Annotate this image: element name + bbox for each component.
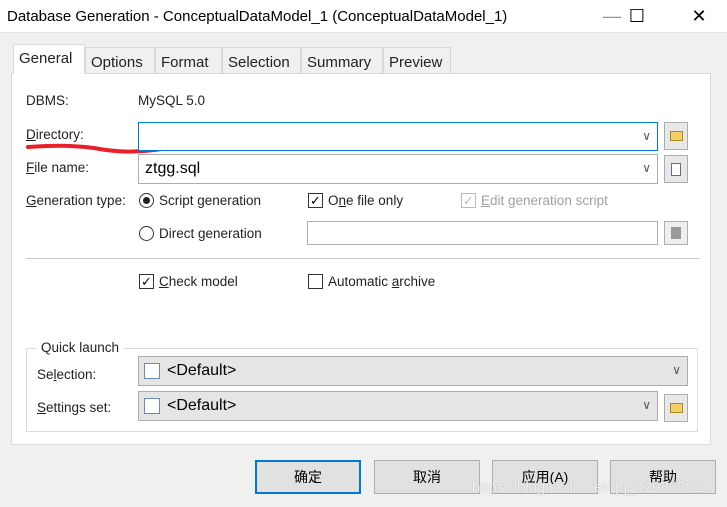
script-generation-label: Script generation [159, 193, 262, 208]
direct-generation-button[interactable] [664, 221, 688, 245]
dbms-value: MySQL 5.0 [138, 93, 206, 108]
settings-list-icon [144, 398, 160, 414]
check-model-label: Check model [159, 274, 238, 289]
selection-label: Selection: [37, 367, 97, 382]
one-file-only-checkbox[interactable]: ✓ [308, 193, 323, 208]
script-generation-radio[interactable] [139, 193, 154, 208]
filename-combo[interactable]: ztgg.sql ∨ [138, 154, 658, 184]
direct-generation-label: Direct generation [159, 226, 262, 241]
folder-icon [669, 131, 683, 141]
direct-generation-radio[interactable] [139, 226, 154, 241]
window-title: Database Generation - ConceptualDataMode… [7, 8, 508, 25]
chevron-down-icon: ∨ [642, 161, 651, 175]
watermark: https://blog.csdn.net/qq_42983502 [472, 479, 703, 496]
selection-combo[interactable]: <Default> ∨ [138, 356, 688, 386]
automatic-archive-checkbox[interactable] [308, 274, 323, 289]
maximize-button[interactable]: ☐ [614, 0, 660, 33]
check-model-checkbox[interactable]: ✓ [139, 274, 154, 289]
datasource-icon [671, 227, 681, 239]
ok-button[interactable]: 确定 [255, 460, 361, 494]
tab-options[interactable]: Options [85, 47, 155, 74]
settings-set-label: Settings set: [37, 400, 112, 415]
one-file-only-label: One file only [328, 193, 404, 208]
tab-selection[interactable]: Selection [222, 47, 301, 74]
automatic-archive-label: Automatic archive [328, 274, 436, 289]
folder-icon [669, 403, 683, 413]
edit-generation-script-label: Edit generation script [481, 193, 608, 208]
chevron-down-icon: ∨ [672, 363, 681, 377]
selection-list-icon [144, 363, 160, 379]
direct-generation-input[interactable] [307, 221, 658, 245]
tab-preview[interactable]: Preview [383, 47, 451, 74]
settings-set-combo[interactable]: <Default> ∨ [138, 391, 658, 421]
separator [26, 258, 700, 259]
quick-launch-title: Quick launch [36, 340, 125, 355]
cancel-button[interactable]: 取消 [374, 460, 480, 494]
filename-label: File name: [26, 160, 90, 175]
tab-format[interactable]: Format [155, 47, 222, 74]
title-bar: Database Generation - ConceptualDataMode… [0, 0, 727, 33]
chevron-down-icon: ∨ [642, 129, 651, 143]
edit-file-button[interactable] [664, 155, 688, 183]
browse-settings-button[interactable] [664, 394, 688, 422]
chevron-down-icon: ∨ [642, 398, 651, 412]
edit-generation-script-checkbox[interactable]: ✓ [461, 193, 476, 208]
tab-general[interactable]: General [13, 44, 85, 74]
generation-type-label: Generation type: [26, 193, 126, 208]
close-button[interactable]: ✕ [676, 0, 722, 33]
directory-combo[interactable]: ∨ [138, 122, 658, 151]
document-icon [671, 162, 681, 176]
browse-directory-button[interactable] [664, 122, 688, 150]
tab-summary[interactable]: Summary [301, 47, 383, 74]
dbms-label: DBMS: [26, 93, 69, 108]
